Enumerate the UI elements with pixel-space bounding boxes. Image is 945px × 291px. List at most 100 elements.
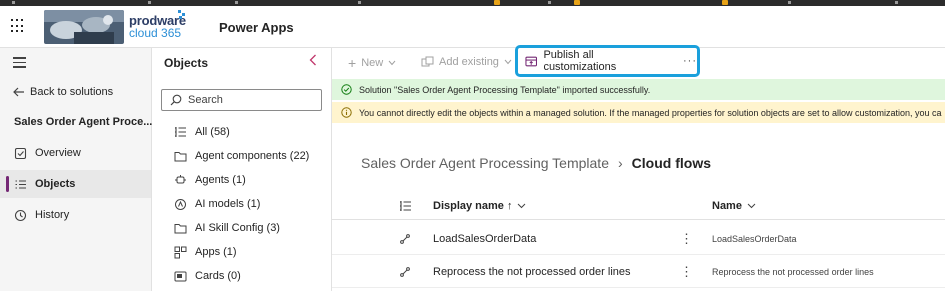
- chevron-down-icon: [388, 60, 396, 66]
- column-header-display-name[interactable]: Display name ↑: [433, 192, 526, 219]
- object-type-apps[interactable]: Apps (1): [174, 243, 237, 261]
- hamburger-menu-icon[interactable]: [13, 57, 26, 71]
- brand-mark-icon: [178, 10, 185, 19]
- new-button[interactable]: + New: [348, 55, 396, 71]
- left-navigation: Back to solutions Sales Order Agent Proc…: [0, 48, 152, 291]
- object-type-agent-components[interactable]: Agent components (22): [174, 147, 309, 165]
- object-type-ai-models[interactable]: AI models (1): [174, 195, 260, 213]
- nav-item-label: Objects: [35, 178, 76, 190]
- object-type-label: AI Skill Config (3): [195, 222, 280, 234]
- object-type-all[interactable]: All (58): [174, 123, 230, 141]
- success-message-text: Solution "Sales Order Agent Processing T…: [359, 84, 651, 95]
- new-button-label: New: [361, 57, 384, 69]
- back-to-solutions-link[interactable]: Back to solutions: [13, 86, 113, 98]
- object-type-label: All (58): [195, 126, 230, 138]
- nav-item-label: Overview: [35, 147, 81, 159]
- column-header-name[interactable]: Name: [712, 192, 756, 219]
- column-header-label: Display name ↑: [433, 199, 513, 212]
- add-existing-button[interactable]: Add existing: [421, 56, 512, 68]
- company-logo-image: [44, 10, 124, 44]
- publish-all-customizations-button[interactable]: Publish all customizations ···: [515, 45, 700, 77]
- nav-item-overview[interactable]: Overview: [0, 139, 151, 167]
- object-type-ai-skill-config[interactable]: AI Skill Config (3): [174, 219, 280, 237]
- solution-title: Sales Order Agent Proce...: [14, 116, 153, 128]
- add-existing-label: Add existing: [439, 56, 499, 68]
- tab-indicator: [12, 1, 15, 4]
- object-type-label: Apps (1): [195, 246, 237, 258]
- app-header: prodware cloud 365 Power Apps: [0, 6, 945, 48]
- tab-favicon: [722, 0, 728, 5]
- chevron-down-icon: [747, 203, 756, 208]
- chevron-down-icon: [504, 59, 512, 65]
- publish-icon: [525, 56, 538, 66]
- objects-search-input[interactable]: [188, 94, 308, 106]
- tab-indicator: [148, 1, 151, 4]
- folder-icon: [174, 223, 187, 233]
- row-more-options-icon[interactable]: ⋮: [680, 223, 693, 254]
- flow-icon: [400, 256, 410, 287]
- breadcrumb-current: Cloud flows: [631, 155, 711, 171]
- objects-panel: Objects All (58) Agent components (22) A…: [152, 48, 332, 291]
- breadcrumb: Sales Order Agent Processing Template › …: [361, 155, 711, 171]
- folder-icon: [174, 151, 187, 161]
- breadcrumb-parent[interactable]: Sales Order Agent Processing Template: [361, 155, 609, 171]
- nav-item-label: History: [35, 209, 70, 221]
- flow-icon: [400, 223, 410, 254]
- object-type-label: AI models (1): [195, 198, 261, 210]
- row-display-name[interactable]: LoadSalesOrderData: [433, 223, 536, 254]
- search-icon: [170, 94, 182, 106]
- warning-message-bar: You cannot directly edit the objects wit…: [332, 102, 945, 123]
- apps-icon: [174, 246, 187, 258]
- tab-indicator: [788, 1, 791, 4]
- more-commands-icon[interactable]: ···: [683, 55, 697, 67]
- row-name: LoadSalesOrderData: [712, 233, 797, 244]
- nav-item-history[interactable]: History: [0, 201, 151, 229]
- history-icon: [14, 209, 27, 221]
- table-row[interactable]: LoadSalesOrderData ⋮ LoadSalesOrderData: [332, 223, 945, 255]
- card-icon: [174, 271, 187, 281]
- table-row[interactable]: Reprocess the not processed order lines …: [332, 256, 945, 288]
- plus-icon: +: [348, 55, 357, 71]
- row-name: Reprocess the not processed order lines: [712, 266, 874, 277]
- success-message-bar: Solution "Sales Order Agent Processing T…: [332, 79, 945, 100]
- overview-icon: [14, 147, 27, 159]
- add-existing-icon: [421, 56, 434, 67]
- breadcrumb-separator-icon: ›: [618, 155, 623, 171]
- row-display-name[interactable]: Reprocess the not processed order lines: [433, 256, 631, 287]
- column-header-label: Name: [712, 199, 742, 212]
- row-more-options-icon[interactable]: ⋮: [680, 256, 693, 287]
- object-type-label: Agents (1): [195, 174, 246, 186]
- brand-subtitle: cloud 365: [129, 26, 182, 40]
- grid-header: Display name ↑ Name: [332, 192, 945, 220]
- object-type-cards[interactable]: Cards (0): [174, 267, 241, 285]
- main-content: + New Add existing Publish all customiza…: [332, 45, 945, 291]
- app-launcher-icon[interactable]: [11, 19, 25, 33]
- list-icon: [175, 127, 186, 137]
- warning-message-text: You cannot directly edit the objects wit…: [359, 107, 942, 118]
- tab-indicator: [358, 1, 361, 4]
- objects-icon: [15, 179, 26, 189]
- tab-indicator: [235, 1, 238, 4]
- object-type-label: Agent components (22): [195, 150, 310, 162]
- object-type-agents[interactable]: Agents (1): [174, 171, 246, 189]
- objects-panel-title: Objects: [164, 56, 209, 70]
- back-to-solutions-label: Back to solutions: [30, 86, 114, 98]
- tab-favicon: [574, 0, 580, 5]
- agent-icon: [175, 175, 186, 184]
- tab-indicator: [895, 1, 898, 4]
- nav-item-objects[interactable]: Objects: [0, 170, 151, 198]
- tab-favicon: [494, 0, 500, 5]
- tab-indicator: [548, 1, 551, 4]
- ai-model-icon: [175, 198, 186, 210]
- arrow-left-icon: [13, 87, 24, 97]
- success-check-icon: [341, 84, 352, 95]
- chevron-down-icon: [518, 203, 526, 208]
- collapse-panel-icon[interactable]: [309, 54, 317, 69]
- objects-search-box[interactable]: [161, 89, 322, 111]
- select-all-icon[interactable]: [399, 192, 412, 219]
- publish-button-label: Publish all customizations: [543, 49, 617, 73]
- info-icon: [341, 107, 352, 118]
- app-name: Power Apps: [219, 20, 294, 35]
- object-type-label: Cards (0): [195, 270, 241, 282]
- command-bar: + New Add existing Publish all customiza…: [332, 45, 945, 78]
